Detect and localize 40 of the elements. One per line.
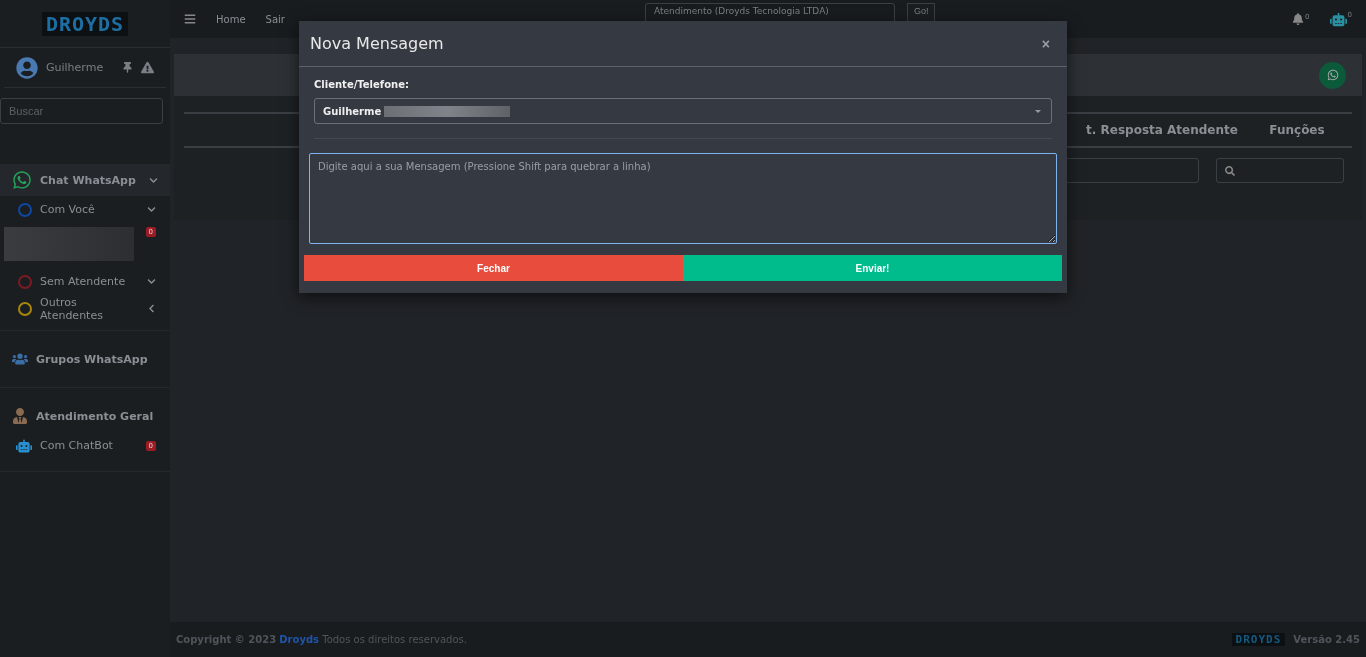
menu-item[interactable]: Sem Atendente <box>0 268 170 295</box>
logo: DROYDS <box>1231 633 1286 646</box>
robot-avatar-icon[interactable] <box>1329 10 1347 28</box>
menu-group[interactable]: Atendimento Geral <box>0 400 170 432</box>
whatsapp-icon <box>1326 69 1339 81</box>
search-icon <box>1225 165 1235 176</box>
search-field[interactable]: Buscar <box>0 98 163 124</box>
column-header: Funções <box>1268 123 1326 137</box>
user-name: Guilherme <box>46 61 105 74</box>
menu-item[interactable]: Outros Atendentes <box>0 295 170 322</box>
menu-item[interactable]: Com Você <box>0 196 170 223</box>
chevron-down-icon[interactable] <box>149 175 158 185</box>
nav-link[interactable]: Home <box>216 13 246 25</box>
whatsapp-icon <box>12 170 32 190</box>
logo[interactable]: DROYDS <box>41 11 129 36</box>
close-form-button[interactable]: Fechar <box>304 255 683 281</box>
nav-link[interactable]: Sair <box>265 13 285 25</box>
whatsapp-button[interactable] <box>1319 61 1346 89</box>
field-label: Cliente/Telefone: <box>314 79 410 90</box>
menu-group[interactable]: Grupos WhatsApp <box>0 343 170 375</box>
warning-icon[interactable] <box>141 61 154 74</box>
chevron-down-icon[interactable] <box>147 277 156 286</box>
chevron-down-icon[interactable] <box>147 205 156 214</box>
pin-icon[interactable] <box>122 62 133 73</box>
modal-title: Nova Mensagem <box>310 34 444 53</box>
bell-icon[interactable] <box>1292 13 1305 25</box>
close-button[interactable]: × <box>1035 34 1056 53</box>
filter-field[interactable] <box>1216 158 1344 183</box>
menu-group[interactable]: Chat WhatsApp <box>0 164 170 196</box>
message-field[interactable]: Digite aqui a sua Mensagem (Pressione Shift para quebrar a linha) <box>309 153 1057 244</box>
client-select[interactable]: Guilherme <box>314 98 1052 124</box>
chevron-left-icon[interactable] <box>147 304 156 313</box>
people-icon <box>12 351 28 367</box>
robot-icon <box>16 437 32 454</box>
avatar-icon <box>16 56 38 79</box>
person-icon <box>12 408 28 424</box>
version-text: Versão 2.45 <box>1293 634 1360 645</box>
column-header: t. Resposta Atendente <box>1085 123 1239 137</box>
copyright-text: Copyright © 2023 Droyds Todos os direitos reservados. <box>176 634 467 645</box>
menu-icon[interactable] <box>184 13 196 25</box>
